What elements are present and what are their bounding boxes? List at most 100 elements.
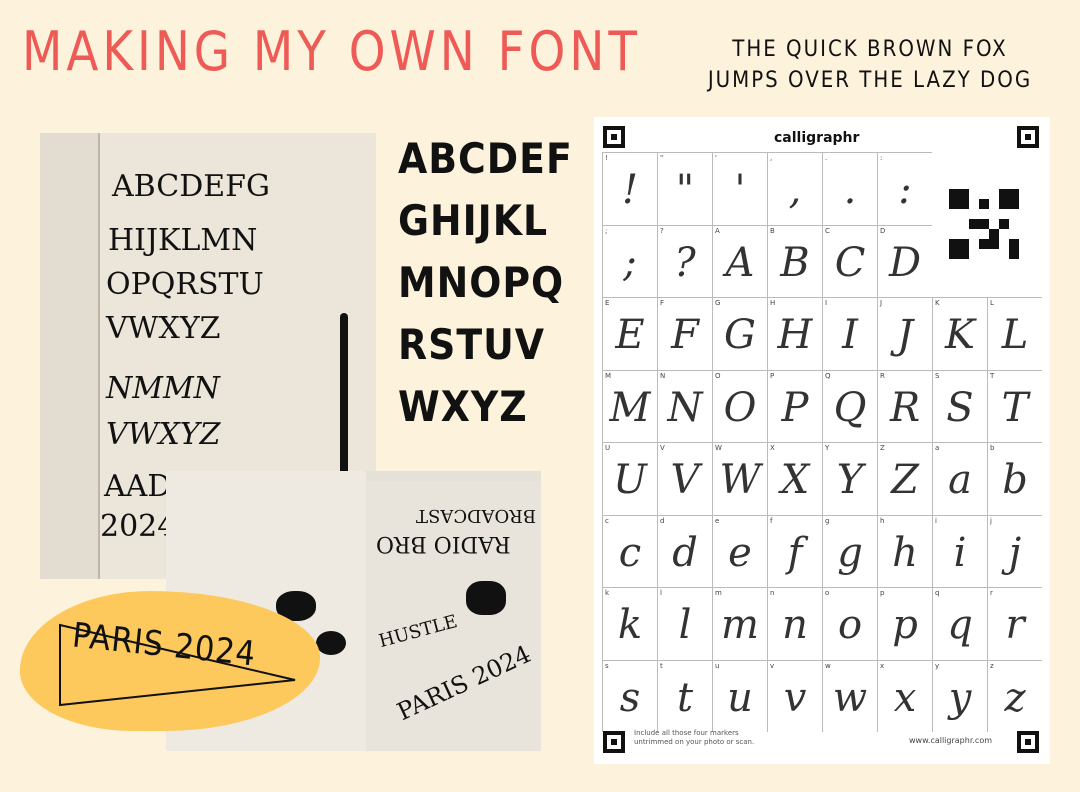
glyph-cell-glyph: p	[892, 602, 918, 648]
glyph-cell-glyph: T	[1001, 384, 1029, 431]
glyph-cell-glyph: ;	[623, 239, 637, 286]
glyph-cell-label: o	[825, 589, 830, 597]
glyph-cell-glyph: G	[724, 312, 756, 358]
glyph-cell-label: '	[715, 154, 717, 162]
glyph-cell-label: w	[825, 661, 831, 670]
glyph-cell: VV	[657, 442, 712, 515]
glyph-cell-glyph: I	[842, 312, 858, 358]
glyph-cell-glyph: .	[843, 167, 857, 213]
marker-top-right-icon	[1017, 126, 1039, 148]
glyph-cell-label: t	[660, 661, 663, 670]
glyph-cell-glyph: ,	[788, 167, 802, 213]
glyph-cell-glyph: W	[719, 457, 761, 503]
glyph-cell-label: C	[825, 226, 830, 235]
glyph-cell: ss	[602, 659, 657, 732]
glyph-cell-glyph: z	[1004, 674, 1026, 721]
glyph-cell-glyph: N	[667, 384, 703, 431]
qr-code-icon	[949, 189, 1019, 259]
glyph-cell-glyph: O	[723, 384, 757, 431]
glyph-cell-glyph: h	[892, 529, 918, 576]
glyph-cell-label: Y	[825, 444, 830, 452]
photo1-line-5: NMMN	[106, 371, 220, 406]
glyph-cell: XX	[767, 442, 822, 515]
glyph-cell: zz	[987, 659, 1042, 732]
glyph-cell-label: R	[880, 371, 885, 380]
glyph-cell: jj	[987, 514, 1042, 587]
page-title: MAKING MY OWN FONT	[22, 20, 641, 84]
glyph-cell: oo	[822, 587, 877, 660]
glyph-cell-glyph: P	[781, 384, 809, 431]
glyph-cell: uu	[712, 659, 767, 732]
glyph-cell: ' '	[712, 152, 767, 225]
marker-bottom-left-icon	[603, 731, 625, 753]
glyph-cell: II	[822, 297, 877, 370]
glyph-cell-label: "	[660, 154, 664, 162]
glyph-cell-label: T	[990, 371, 995, 380]
glyph-cell-label: y	[935, 661, 940, 670]
glyph-cell-label: l	[660, 589, 662, 597]
glyph-cell: xx	[877, 659, 932, 732]
alphabet-row-5: WXYZ	[398, 382, 528, 431]
glyph-cell: ::	[877, 152, 932, 225]
glyph-cell-glyph: D	[888, 239, 922, 286]
glyph-cell-glyph: u	[727, 674, 753, 721]
glyph-cell-glyph: i	[953, 529, 967, 576]
glyph-cell: ll	[657, 587, 712, 660]
marker-bottom-right-icon	[1017, 731, 1039, 753]
glyph-cell: ;;	[602, 224, 657, 297]
glyph-cell: BB	[767, 224, 822, 297]
glyph-cell: qq	[932, 587, 987, 660]
ink-blot	[316, 631, 346, 655]
glyph-cell: hh	[877, 514, 932, 587]
glyph-cell-label: q	[935, 589, 940, 597]
glyph-cell-label: m	[715, 589, 722, 597]
glyph-cell: CC	[822, 224, 877, 297]
glyph-cell: ee	[712, 514, 767, 587]
photo2-line-2: BROADCAST	[416, 505, 537, 526]
glyph-cell: " "	[657, 152, 712, 225]
glyph-cell: AA	[712, 224, 767, 297]
glyph-cell-label: ,	[770, 154, 773, 162]
glyph-cell-label: s	[605, 661, 609, 670]
glyph-cell: YY	[822, 442, 877, 515]
glyph-cell: vv	[767, 659, 822, 732]
glyph-cell-label: W	[715, 444, 722, 452]
glyph-cell-glyph: g	[837, 529, 863, 576]
glyph-cell-label: ?	[660, 226, 664, 235]
glyph-cell-label: e	[715, 516, 720, 525]
glyph-cell-label: Z	[880, 444, 885, 452]
glyph-cell: !!	[602, 152, 657, 225]
glyph-cell-glyph: n	[782, 602, 808, 648]
glyph-cell: TT	[987, 369, 1042, 442]
glyph-cell-glyph: A	[725, 239, 755, 286]
glyph-cell-glyph: o	[837, 602, 863, 648]
glyph-cell: PP	[767, 369, 822, 442]
calligraphr-logo: calligraphr	[774, 130, 860, 146]
glyph-cell-label: D	[880, 226, 886, 235]
glyph-cell-glyph: b	[1002, 457, 1028, 503]
glyph-cell-label: K	[935, 299, 940, 307]
photo2-line-1: RADIO BRO	[376, 531, 511, 556]
glyph-cell-label: N	[660, 371, 666, 380]
glyph-cell-label: f	[770, 516, 773, 525]
footer-note-line-1: Include all those four markers	[634, 729, 739, 737]
glyph-cell: SS	[932, 369, 987, 442]
glyph-cell: EE	[602, 297, 657, 370]
glyph-cell: NN	[657, 369, 712, 442]
pangram: THE QUICK BROWN FOX JUMPS OVER THE LAZY …	[690, 34, 1050, 96]
glyph-cell: WW	[712, 442, 767, 515]
glyph-cell-glyph: v	[783, 674, 807, 721]
glyph-cell-glyph: Z	[891, 457, 919, 503]
photo1-line-4: VWXYZ	[106, 311, 221, 346]
glyph-cell-glyph: w	[832, 674, 868, 721]
glyph-cell: pp	[877, 587, 932, 660]
glyph-cell-glyph: k	[617, 602, 643, 648]
glyph-cell: GG	[712, 297, 767, 370]
glyph-cell-glyph: t	[676, 674, 694, 721]
glyph-cell-label: J	[880, 299, 883, 307]
glyph-cell-label: X	[770, 444, 775, 452]
glyph-cell-label: k	[605, 589, 610, 597]
glyph-cell-glyph: Y	[836, 457, 864, 503]
glyph-cell-glyph: x	[893, 674, 917, 721]
glyph-cell-label: u	[715, 661, 720, 670]
